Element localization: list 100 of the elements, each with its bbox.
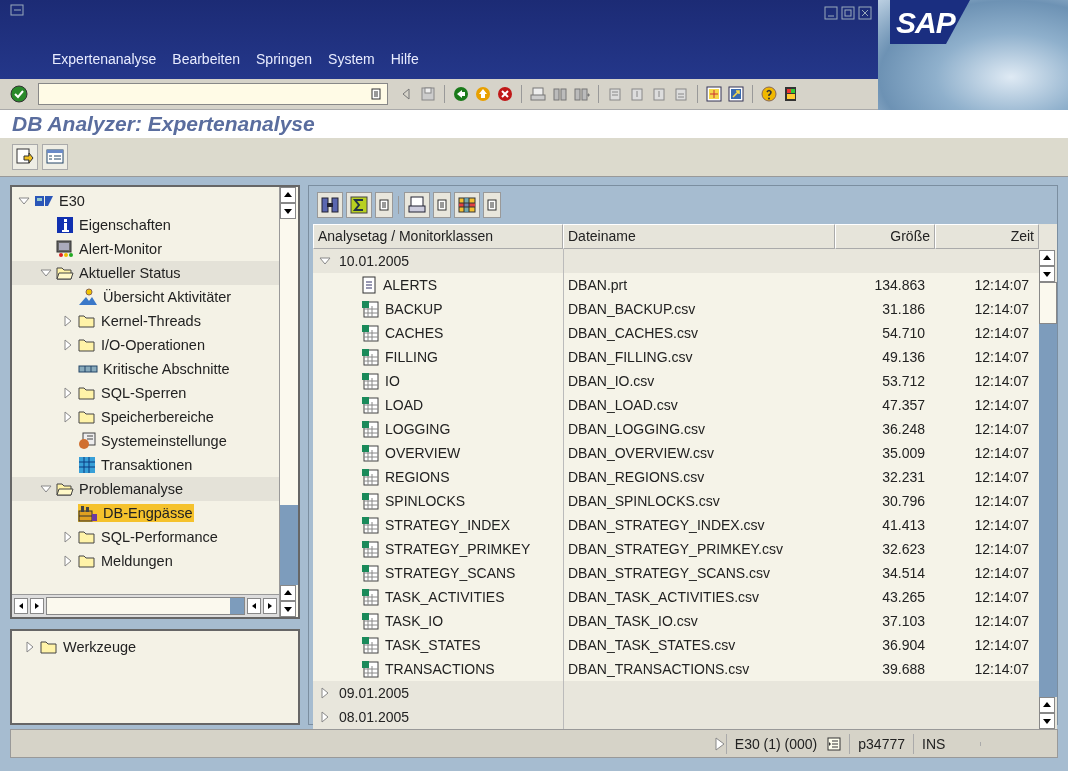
shortcut-icon[interactable]	[728, 86, 744, 103]
tree-item[interactable]: SQL-Performance	[78, 528, 220, 546]
save-icon[interactable]	[420, 86, 436, 103]
history-icon[interactable]	[371, 88, 381, 101]
find-icon[interactable]	[317, 192, 343, 218]
menu-item[interactable]: System	[328, 51, 375, 68]
menu-item[interactable]: Expertenanalyse	[52, 51, 157, 68]
menu-item[interactable]: Springen	[256, 51, 313, 68]
layout-grid-icon[interactable]	[454, 192, 480, 218]
scroll-up-icon[interactable]	[280, 187, 296, 203]
column-header[interactable]: Dateiname	[563, 224, 835, 249]
table-cell: DBAN_BACKUP.csv	[568, 301, 696, 317]
cancel-icon[interactable]	[497, 86, 513, 103]
scroll-left-icon[interactable]	[247, 598, 261, 614]
enter-icon[interactable]	[10, 85, 28, 104]
new-session-icon[interactable]	[706, 86, 722, 103]
group-date[interactable]: 10.01.2005	[339, 253, 410, 269]
expand-icon[interactable]	[24, 641, 36, 653]
tree-item[interactable]: DB-Engpässe	[78, 504, 195, 522]
tree-item[interactable]: Kritische Abschnitte	[78, 360, 232, 378]
tree-item[interactable]: Alert-Monitor	[56, 240, 164, 258]
help-icon[interactable]	[761, 86, 777, 103]
table-cell: DBAN_FILLING.csv	[568, 349, 693, 365]
expand-icon[interactable]	[319, 711, 331, 723]
collapse-icon[interactable]	[40, 267, 52, 279]
menu-item[interactable]: Hilfe	[390, 51, 419, 68]
dropdown-icon[interactable]	[483, 192, 501, 218]
expand-icon[interactable]	[62, 411, 74, 423]
scroll-right-icon[interactable]	[263, 598, 277, 614]
column-header[interactable]: Größe	[835, 224, 935, 249]
table-cell: LOGGING	[385, 421, 451, 437]
scroll-down-icon[interactable]	[280, 203, 296, 219]
tree-item[interactable]: I/O-Operationen	[78, 336, 207, 354]
scroll-left-icon[interactable]	[14, 598, 28, 614]
find-next-icon[interactable]	[574, 86, 590, 103]
scrollbar-thumb[interactable]	[280, 505, 298, 585]
close-icon[interactable]	[858, 6, 872, 20]
tree-item[interactable]: SQL-Sperren	[78, 384, 189, 402]
table-cell: 12:14:07	[974, 397, 1029, 413]
export-icon[interactable]	[12, 144, 38, 170]
tree-item[interactable]: Werkzeuge	[40, 638, 139, 656]
print-icon[interactable]	[530, 86, 546, 103]
scroll-down-icon[interactable]	[280, 601, 296, 617]
settings-icon	[78, 432, 96, 450]
tree-item[interactable]: Transaktionen	[78, 456, 195, 474]
scroll-up-icon[interactable]	[1039, 250, 1055, 266]
collapse-icon[interactable]	[40, 483, 52, 495]
collapse-icon[interactable]	[18, 195, 30, 207]
tree-item[interactable]: Kernel-Threads	[78, 312, 203, 330]
spreadsheet-icon	[361, 612, 379, 630]
horizontal-scrollbar[interactable]	[46, 597, 245, 615]
table-cell: DBAN_LOAD.csv	[568, 397, 678, 413]
system-icon	[34, 193, 54, 209]
server-list-icon[interactable]	[827, 736, 842, 751]
expand-icon[interactable]	[62, 555, 74, 567]
command-field[interactable]	[38, 83, 388, 106]
tree-item[interactable]: Übersicht Aktivitäter	[78, 288, 234, 306]
table-cell: 32.231	[882, 469, 925, 485]
scroll-up-icon[interactable]	[280, 585, 296, 601]
expand-icon[interactable]	[62, 387, 74, 399]
tree-item[interactable]: Meldungen	[78, 552, 175, 570]
scroll-right-icon[interactable]	[30, 598, 44, 614]
print-icon[interactable]	[404, 192, 430, 218]
scroll-down-icon[interactable]	[1039, 266, 1055, 282]
factory-icon	[78, 504, 98, 522]
minimize-icon[interactable]	[824, 6, 838, 20]
table-cell: ALERTS	[383, 277, 438, 293]
expand-icon[interactable]	[713, 736, 726, 751]
expand-icon[interactable]	[62, 531, 74, 543]
collapse-icon[interactable]	[319, 255, 331, 267]
scrollbar-thumb[interactable]	[1039, 282, 1057, 324]
expand-icon[interactable]	[62, 339, 74, 351]
table-cell: DBAN_TRANSACTIONS.csv	[568, 661, 750, 677]
back-icon[interactable]	[453, 86, 469, 103]
sum-icon[interactable]	[346, 192, 372, 218]
layout-icon[interactable]	[783, 86, 799, 103]
exit-icon[interactable]	[475, 86, 491, 103]
window-menu-icon[interactable]	[10, 4, 24, 16]
page-title: DB Analyzer: Expertenanalyse	[12, 112, 315, 136]
column-header[interactable]: Analysetag / Monitorklassen	[313, 224, 563, 249]
folder-icon	[78, 385, 96, 401]
menu-item[interactable]: Bearbeiten	[172, 51, 240, 68]
dropdown-icon[interactable]	[433, 192, 451, 218]
maximize-icon[interactable]	[841, 6, 855, 20]
scroll-up-icon[interactable]	[1039, 697, 1055, 713]
table-cell: 39.688	[882, 661, 925, 677]
list-icon[interactable]	[42, 144, 68, 170]
scroll-down-icon[interactable]	[1039, 713, 1055, 729]
expand-icon[interactable]	[62, 315, 74, 327]
tree-item[interactable]: E30	[34, 192, 87, 210]
table-cell: 36.248	[882, 421, 925, 437]
tree-item[interactable]: Eigenschaften	[56, 216, 173, 234]
table-cell: TRANSACTIONS	[385, 661, 495, 677]
group-date[interactable]: 09.01.2005	[339, 685, 410, 701]
expand-icon[interactable]	[319, 687, 331, 699]
group-date[interactable]: 08.01.2005	[339, 709, 410, 725]
logo: SAP	[878, 0, 1068, 110]
tree-item[interactable]: Speicherbereiche	[78, 408, 216, 426]
tree-item[interactable]: Systemeinstellunge	[78, 432, 229, 450]
column-header[interactable]: Zeit	[935, 224, 1039, 249]
